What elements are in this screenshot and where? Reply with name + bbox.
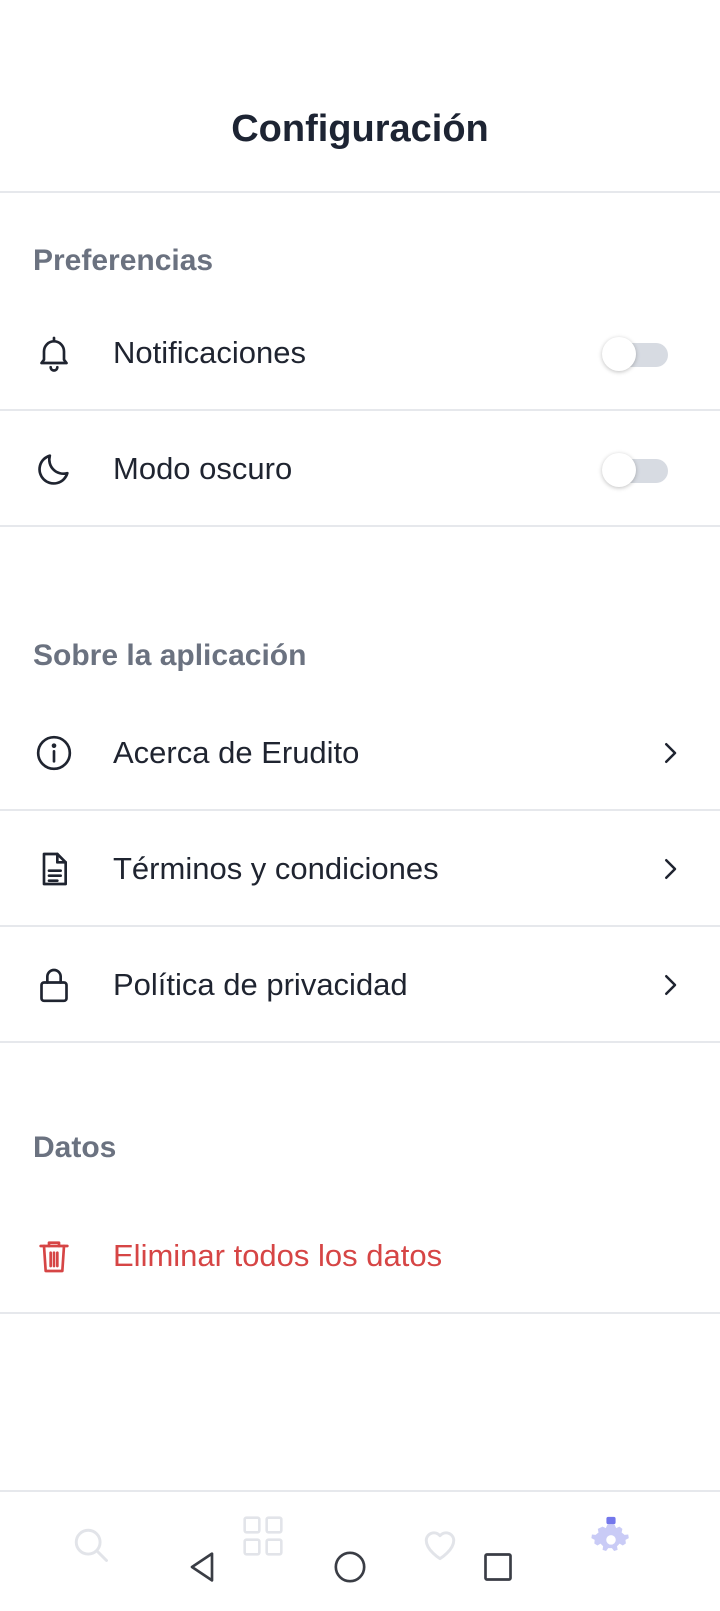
back-icon[interactable] [182,1547,222,1587]
lock-icon [34,965,74,1005]
section-label-about: Sobre la aplicación [33,639,307,672]
recents-icon[interactable] [478,1547,518,1587]
settings-row-privacy[interactable]: Política de privacidad [0,927,720,1043]
heart-icon[interactable] [418,1522,462,1566]
dark-mode-toggle[interactable] [602,453,668,487]
document-icon [34,849,74,889]
home-icon[interactable] [330,1547,370,1587]
notifications-label: Notificaciones [113,335,306,370]
chevron-right-icon [665,743,677,763]
gear-icon[interactable] [589,1516,633,1560]
grid-icon[interactable] [241,1514,285,1558]
settings-row-terms[interactable]: Términos y condiciones [0,811,720,927]
info-icon [34,733,74,773]
dark-mode-label: Modo oscuro [113,451,293,486]
bottom-navigation [0,1490,720,1611]
app-header: Configuración [0,0,720,193]
settings-row-about[interactable]: Acerca de Erudito [0,695,720,811]
notifications-toggle[interactable] [602,337,668,371]
page-title: Configuración [231,108,489,150]
delete-all-data-label: Eliminar todos los datos [113,1238,443,1273]
settings-row-dark-mode[interactable]: Modo oscuro [0,411,720,527]
search-icon[interactable] [68,1522,112,1566]
settings-row-notifications[interactable]: Notificaciones [0,295,720,411]
privacy-label: Política de privacidad [113,967,408,1002]
toggle-knob [602,453,636,487]
delete-all-data-button[interactable]: Eliminar todos los datos [0,1198,720,1314]
toggle-knob [602,337,636,371]
section-label-data: Datos [33,1131,117,1164]
about-label: Acerca de Erudito [113,735,360,770]
moon-icon [34,449,74,489]
chevron-right-icon [665,975,677,995]
terms-label: Términos y condiciones [113,851,439,886]
chevron-right-icon [665,859,677,879]
section-label-preferences: Preferencias [33,244,214,277]
bell-icon [34,333,74,373]
trash-icon [34,1236,74,1276]
